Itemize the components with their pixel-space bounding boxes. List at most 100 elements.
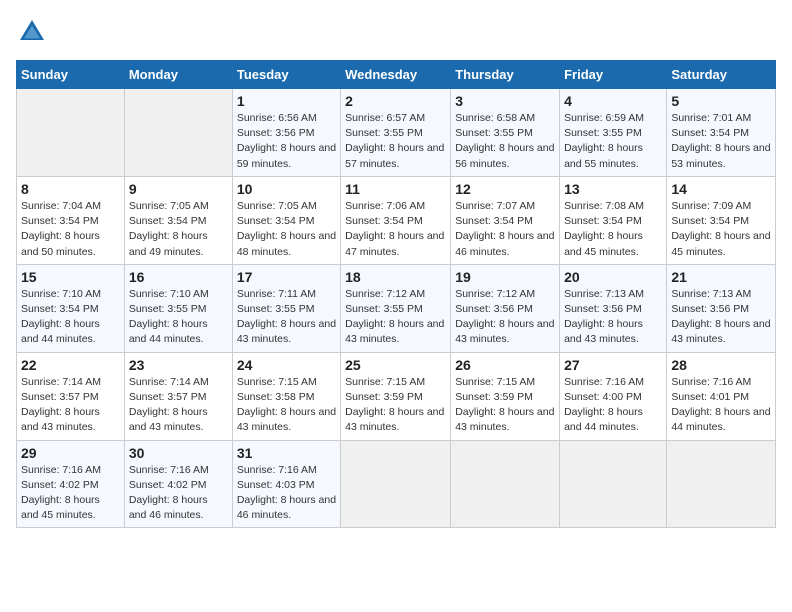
- calendar-table: SundayMondayTuesdayWednesdayThursdayFrid…: [16, 60, 776, 528]
- calendar-day-cell: 11 Sunrise: 7:06 AMSunset: 3:54 PMDayligh…: [341, 176, 451, 264]
- calendar-day-cell: [341, 440, 451, 528]
- calendar-day-cell: 8 Sunrise: 7:04 AMSunset: 3:54 PMDaylight…: [17, 176, 125, 264]
- calendar-day-cell: 12Sunrise: 7:07 AMSunset: 3:54 PMDayligh…: [451, 176, 560, 264]
- calendar-day-cell: 24Sunrise: 7:15 AMSunset: 3:58 PMDayligh…: [232, 352, 340, 440]
- page-header: [16, 16, 776, 48]
- weekday-header: Sunday: [17, 61, 125, 89]
- day-info: Sunrise: 7:15 AMSunset: 3:59 PMDaylight:…: [455, 375, 555, 436]
- calendar-day-cell: 4 Sunrise: 6:59 AMSunset: 3:55 PMDaylight…: [560, 89, 667, 177]
- day-info: Sunrise: 7:15 AMSunset: 3:59 PMDaylight:…: [345, 375, 446, 436]
- day-info: Sunrise: 6:59 AMSunset: 3:55 PMDaylight:…: [564, 111, 662, 172]
- day-number: 8: [21, 181, 120, 197]
- day-info: Sunrise: 7:05 AMSunset: 3:54 PMDaylight:…: [129, 199, 228, 260]
- day-number: 31: [237, 445, 336, 461]
- day-number: 4: [564, 93, 662, 109]
- logo-icon: [16, 16, 48, 48]
- calendar-week-row: 8 Sunrise: 7:04 AMSunset: 3:54 PMDaylight…: [17, 176, 776, 264]
- day-number: 17: [237, 269, 336, 285]
- day-info: Sunrise: 7:10 AMSunset: 3:55 PMDaylight:…: [129, 287, 228, 348]
- weekday-header: Thursday: [451, 61, 560, 89]
- day-info: Sunrise: 7:14 AMSunset: 3:57 PMDaylight:…: [129, 375, 228, 436]
- calendar-day-cell: 17 Sunrise: 7:11 AMSunset: 3:55 PMDayligh…: [232, 264, 340, 352]
- day-info: Sunrise: 7:13 AMSunset: 3:56 PMDaylight:…: [564, 287, 662, 348]
- calendar-day-cell: 28 Sunrise: 7:16 AMSunset: 4:01 PMDayligh…: [667, 352, 776, 440]
- day-number: 28: [671, 357, 771, 373]
- day-info: Sunrise: 7:01 AMSunset: 3:54 PMDaylight:…: [671, 111, 771, 172]
- day-number: 16: [129, 269, 228, 285]
- day-info: Sunrise: 6:56 AMSunset: 3:56 PMDaylight:…: [237, 111, 336, 172]
- weekday-header: Friday: [560, 61, 667, 89]
- calendar-body: 1 Sunrise: 6:56 AMSunset: 3:56 PMDaylight…: [17, 89, 776, 528]
- day-number: 15: [21, 269, 120, 285]
- day-number: 1: [237, 93, 336, 109]
- day-number: 25: [345, 357, 446, 373]
- day-number: 21: [671, 269, 771, 285]
- weekday-header: Tuesday: [232, 61, 340, 89]
- day-info: Sunrise: 7:14 AMSunset: 3:57 PMDaylight:…: [21, 375, 120, 436]
- day-info: Sunrise: 7:13 AMSunset: 3:56 PMDaylight:…: [671, 287, 771, 348]
- day-info: Sunrise: 7:12 AMSunset: 3:56 PMDaylight:…: [455, 287, 555, 348]
- calendar-day-cell: 10Sunrise: 7:05 AMSunset: 3:54 PMDayligh…: [232, 176, 340, 264]
- calendar-day-cell: [124, 89, 232, 177]
- day-number: 13: [564, 181, 662, 197]
- day-number: 11: [345, 181, 446, 197]
- day-number: 29: [21, 445, 120, 461]
- day-info: Sunrise: 7:11 AMSunset: 3:55 PMDaylight:…: [237, 287, 336, 348]
- calendar-day-cell: 15 Sunrise: 7:10 AMSunset: 3:54 PMDayligh…: [17, 264, 125, 352]
- calendar-week-row: 15 Sunrise: 7:10 AMSunset: 3:54 PMDayligh…: [17, 264, 776, 352]
- calendar-day-cell: 20 Sunrise: 7:13 AMSunset: 3:56 PMDayligh…: [560, 264, 667, 352]
- day-number: 3: [455, 93, 555, 109]
- day-number: 26: [455, 357, 555, 373]
- day-info: Sunrise: 7:16 AMSunset: 4:01 PMDaylight:…: [671, 375, 771, 436]
- day-info: Sunrise: 7:16 AMSunset: 4:00 PMDaylight:…: [564, 375, 662, 436]
- day-number: 9: [129, 181, 228, 197]
- day-info: Sunrise: 7:16 AMSunset: 4:02 PMDaylight:…: [21, 463, 120, 524]
- calendar-day-cell: 9 Sunrise: 7:05 AMSunset: 3:54 PMDaylight…: [124, 176, 232, 264]
- calendar-week-row: 22 Sunrise: 7:14 AMSunset: 3:57 PMDayligh…: [17, 352, 776, 440]
- day-info: Sunrise: 7:16 AMSunset: 4:03 PMDaylight:…: [237, 463, 336, 524]
- calendar-day-cell: 23 Sunrise: 7:14 AMSunset: 3:57 PMDayligh…: [124, 352, 232, 440]
- calendar-week-row: 1 Sunrise: 6:56 AMSunset: 3:56 PMDaylight…: [17, 89, 776, 177]
- calendar-day-cell: 5 Sunrise: 7:01 AMSunset: 3:54 PMDaylight…: [667, 89, 776, 177]
- calendar-header-row: SundayMondayTuesdayWednesdayThursdayFrid…: [17, 61, 776, 89]
- calendar-day-cell: [17, 89, 125, 177]
- day-number: 22: [21, 357, 120, 373]
- day-info: Sunrise: 7:07 AMSunset: 3:54 PMDaylight:…: [455, 199, 555, 260]
- day-info: Sunrise: 7:16 AMSunset: 4:02 PMDaylight:…: [129, 463, 228, 524]
- calendar-day-cell: 18 Sunrise: 7:12 AMSunset: 3:55 PMDayligh…: [341, 264, 451, 352]
- logo: [16, 16, 52, 48]
- calendar-day-cell: 25 Sunrise: 7:15 AMSunset: 3:59 PMDayligh…: [341, 352, 451, 440]
- calendar-day-cell: [667, 440, 776, 528]
- calendar-day-cell: 22 Sunrise: 7:14 AMSunset: 3:57 PMDayligh…: [17, 352, 125, 440]
- day-info: Sunrise: 7:04 AMSunset: 3:54 PMDaylight:…: [21, 199, 120, 260]
- weekday-header: Wednesday: [341, 61, 451, 89]
- day-number: 20: [564, 269, 662, 285]
- day-number: 5: [671, 93, 771, 109]
- day-number: 24: [237, 357, 336, 373]
- day-info: Sunrise: 7:10 AMSunset: 3:54 PMDaylight:…: [21, 287, 120, 348]
- day-info: Sunrise: 7:06 AMSunset: 3:54 PMDaylight:…: [345, 199, 446, 260]
- calendar-day-cell: 2 Sunrise: 6:57 AMSunset: 3:55 PMDaylight…: [341, 89, 451, 177]
- calendar-day-cell: 13Sunrise: 7:08 AMSunset: 3:54 PMDayligh…: [560, 176, 667, 264]
- calendar-day-cell: [451, 440, 560, 528]
- day-number: 30: [129, 445, 228, 461]
- day-number: 23: [129, 357, 228, 373]
- calendar-day-cell: 31 Sunrise: 7:16 AMSunset: 4:03 PMDayligh…: [232, 440, 340, 528]
- calendar-day-cell: 3 Sunrise: 6:58 AMSunset: 3:55 PMDaylight…: [451, 89, 560, 177]
- day-number: 18: [345, 269, 446, 285]
- weekday-header: Monday: [124, 61, 232, 89]
- calendar-day-cell: 1 Sunrise: 6:56 AMSunset: 3:56 PMDaylight…: [232, 89, 340, 177]
- calendar-week-row: 29 Sunrise: 7:16 AMSunset: 4:02 PMDayligh…: [17, 440, 776, 528]
- day-info: Sunrise: 7:12 AMSunset: 3:55 PMDaylight:…: [345, 287, 446, 348]
- day-info: Sunrise: 7:09 AMSunset: 3:54 PMDaylight:…: [671, 199, 771, 260]
- day-info: Sunrise: 6:57 AMSunset: 3:55 PMDaylight:…: [345, 111, 446, 172]
- calendar-day-cell: [560, 440, 667, 528]
- day-number: 10: [237, 181, 336, 197]
- calendar-day-cell: 21 Sunrise: 7:13 AMSunset: 3:56 PMDayligh…: [667, 264, 776, 352]
- day-number: 14: [671, 181, 771, 197]
- day-number: 19: [455, 269, 555, 285]
- day-number: 2: [345, 93, 446, 109]
- calendar-day-cell: 27Sunrise: 7:16 AMSunset: 4:00 PMDayligh…: [560, 352, 667, 440]
- day-info: Sunrise: 6:58 AMSunset: 3:55 PMDaylight:…: [455, 111, 555, 172]
- calendar-day-cell: 19 Sunrise: 7:12 AMSunset: 3:56 PMDayligh…: [451, 264, 560, 352]
